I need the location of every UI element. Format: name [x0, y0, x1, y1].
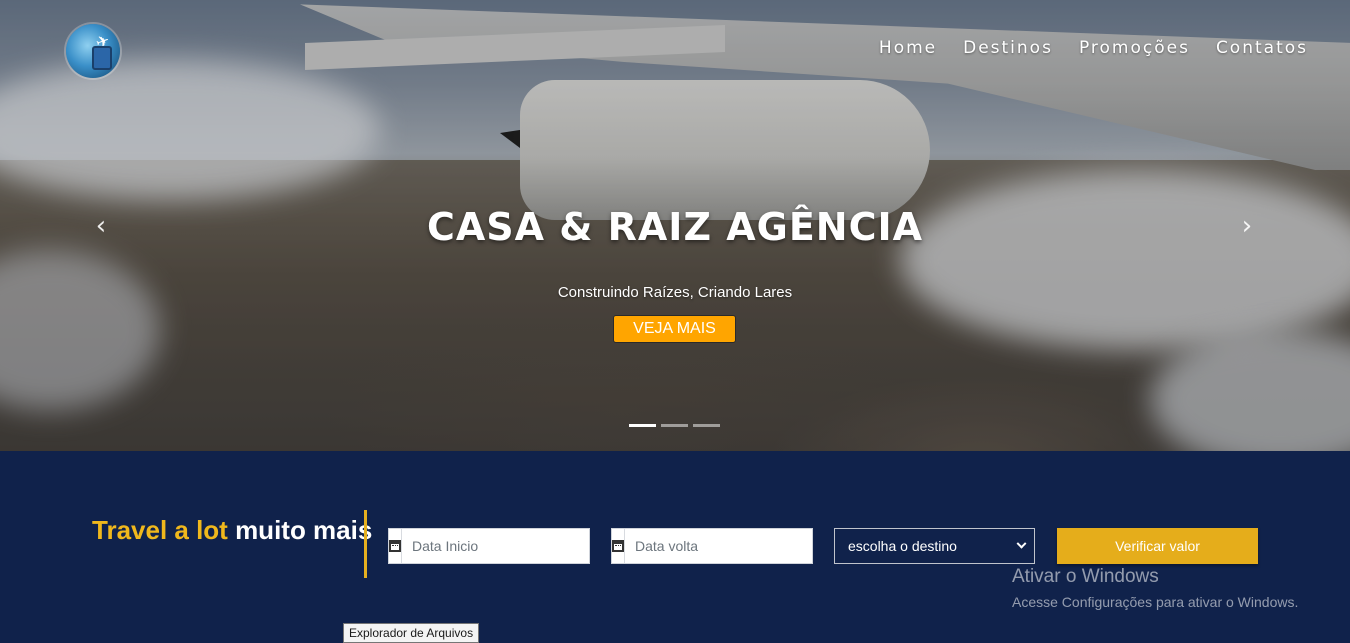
return-date-input[interactable] [625, 529, 816, 563]
veja-mais-button[interactable]: VEJA MAIS [613, 315, 736, 343]
nav-promocoes[interactable]: Promoções [1079, 38, 1190, 58]
hero-subtitle: Construindo Raízes, Criando Lares [557, 284, 793, 301]
start-date-input[interactable] [402, 529, 593, 563]
carousel-indicator[interactable] [661, 424, 688, 427]
suitcase-icon [92, 46, 112, 70]
start-date-field[interactable] [388, 528, 593, 564]
divider [364, 510, 367, 578]
watermark-title: Ativar o Windows [1012, 566, 1159, 587]
nav-destinos[interactable]: Destinos [963, 38, 1053, 58]
main-nav: Home Destinos Promoções Contatos [879, 38, 1308, 58]
logo[interactable]: ✈ [66, 24, 120, 78]
nav-home[interactable]: Home [879, 38, 937, 58]
calendar-icon [389, 529, 402, 563]
carousel-indicator[interactable] [629, 424, 656, 427]
nav-contatos[interactable]: Contatos [1216, 38, 1308, 58]
tagline-highlight: Travel a lot [92, 515, 228, 545]
destination-select[interactable]: escolha o destino [834, 528, 1035, 564]
taskbar-tooltip: Explorador de Arquivos [343, 623, 480, 643]
calendar-icon [612, 529, 625, 563]
destination-selected: escolha o destino [848, 538, 957, 554]
hero-carousel: ✈ Home Destinos Promoções Contatos ‹ › C… [0, 0, 1350, 451]
hero-title: CASA & RAIZ AGÊNCIA [426, 205, 924, 249]
chevron-down-icon [1014, 529, 1028, 563]
carousel-indicator[interactable] [693, 424, 720, 427]
carousel-indicators [629, 424, 720, 427]
watermark-text: Acesse Configurações para ativar o Windo… [1012, 594, 1299, 610]
return-date-field[interactable] [611, 528, 816, 564]
tagline-rest: muito mais [227, 515, 373, 545]
windows-activation-watermark: Ativar o Windows Acesse Configurações pa… [1012, 566, 1298, 612]
tagline: Travel a lot muito mais [92, 512, 372, 548]
verify-price-button[interactable]: Verificar valor [1057, 528, 1258, 564]
